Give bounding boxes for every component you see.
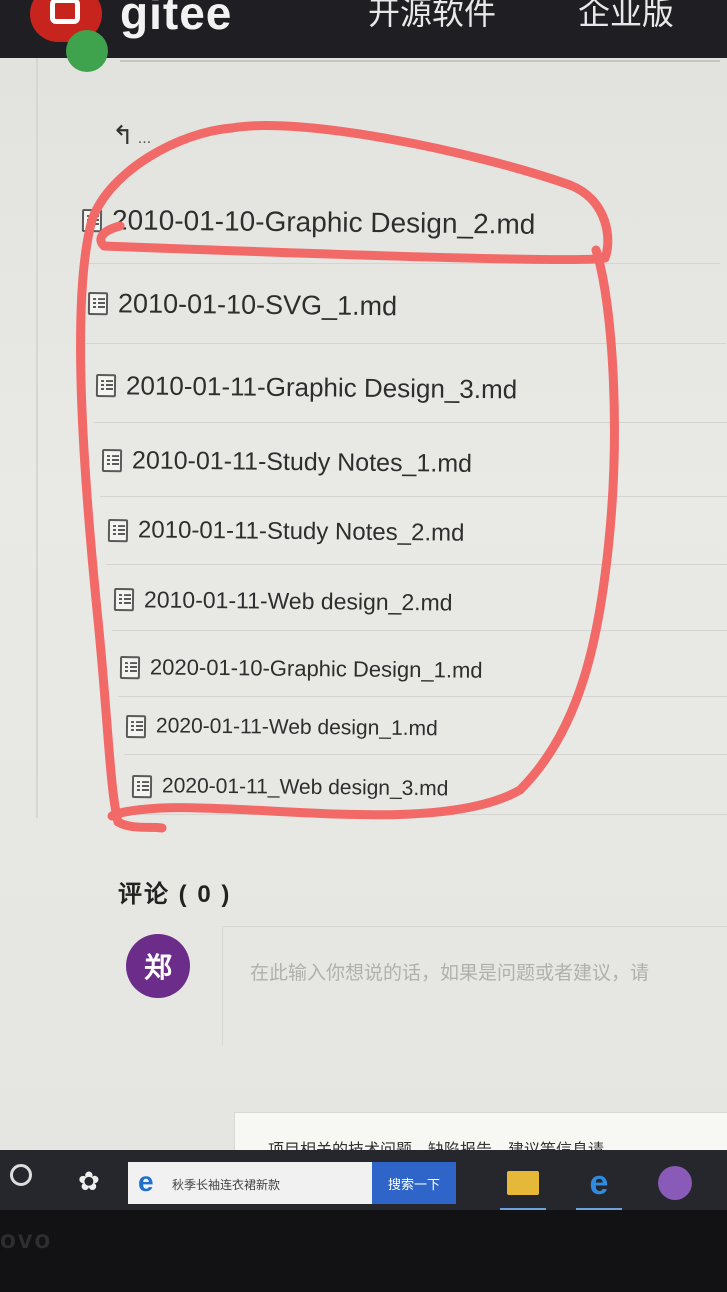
windows-taskbar: ✿ e 秋季长袖连衣裙新款 搜索一下 e	[0, 1150, 727, 1211]
task-view-icon[interactable]: ✿	[78, 1166, 100, 1197]
file-explorer-icon[interactable]	[500, 1160, 546, 1206]
ie-search-icon: e	[138, 1166, 154, 1197]
monitor-bezel	[0, 1210, 727, 1292]
github-desktop-icon[interactable]	[652, 1160, 698, 1206]
red-highlight-annotation	[76, 121, 619, 833]
search-icon[interactable]	[10, 1164, 32, 1186]
monitor-brand: ovo	[0, 1224, 53, 1254]
internet-explorer-icon[interactable]: e	[576, 1160, 622, 1206]
taskbar-search-button[interactable]: 搜索一下	[372, 1162, 456, 1204]
taskbar-search-query[interactable]: 秋季长袖连衣裙新款	[172, 1176, 280, 1193]
